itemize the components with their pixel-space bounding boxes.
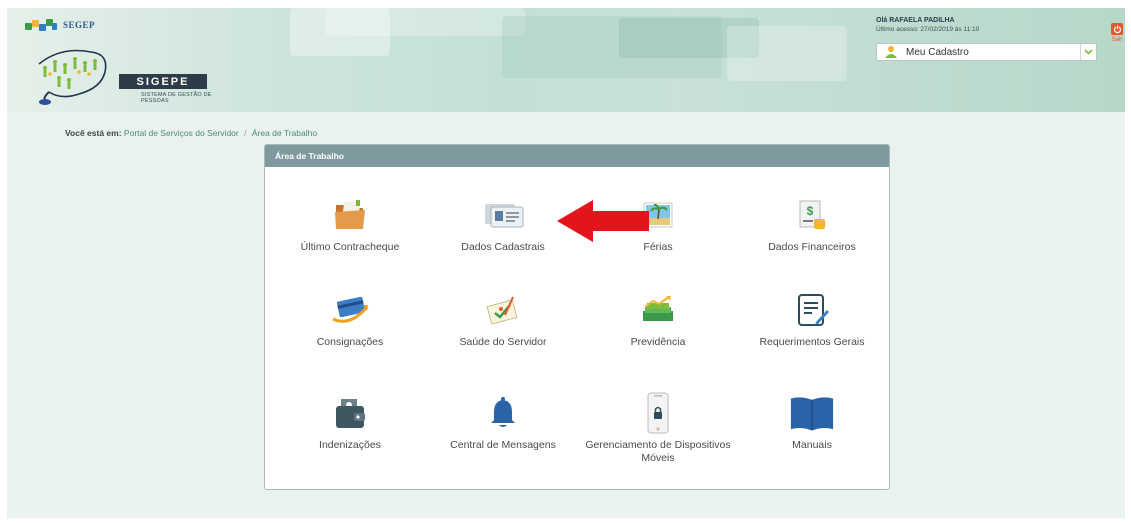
card-swoosh-icon	[327, 290, 373, 330]
svg-text:$: $	[807, 204, 814, 218]
tile-gerenciamento-dispositivos[interactable]: Gerenciamento de Dispositivos Móveis	[583, 392, 733, 465]
exit-label: Sair	[1111, 37, 1123, 43]
wallet-icon	[327, 393, 373, 433]
red-arrow-icon	[557, 200, 649, 242]
money-growth-icon	[635, 290, 681, 330]
segep-logo[interactable]: SEGEP	[25, 18, 95, 32]
tile-label: Dados Financeiros	[768, 241, 856, 253]
last-access: Último acesso: 27/02/2019 às 11:10	[876, 26, 980, 33]
breadcrumb-link-portal[interactable]: Portal de Serviços do Servidor	[124, 128, 239, 138]
panel-title: Área de Trabalho	[265, 145, 889, 167]
tile-label: Indenizações	[319, 439, 381, 451]
people-map-icon	[38, 49, 107, 105]
tile-dados-financeiros[interactable]: $ Dados Financeiros	[737, 195, 887, 254]
tile-label: Manuais	[792, 439, 832, 451]
page-frame: SEGEP SISTEMA DE GESTÃO DE PESSOAS SIGEP…	[7, 8, 1125, 518]
tile-consignacoes[interactable]: Consignações	[275, 290, 425, 349]
tile-label: Central de Mensagens	[450, 439, 556, 451]
user-info: Olá RAFAELA PADILHA Último acesso: 27/02…	[876, 16, 979, 34]
segep-mark-icon	[25, 18, 57, 32]
logo-subtitle: SISTEMA DE GESTÃO DE PESSOAS	[141, 92, 212, 104]
chevron-down-icon[interactable]	[1080, 44, 1096, 60]
bell-icon	[480, 393, 526, 433]
id-cards-icon	[480, 195, 526, 235]
logo-title: SIGEPE	[119, 74, 207, 89]
tile-indenizacoes[interactable]: Indenizações	[275, 393, 425, 452]
money-document-icon: $	[789, 195, 835, 235]
tile-label: Requerimentos Gerais	[759, 336, 865, 348]
tile-previdencia[interactable]: Previdência	[583, 290, 733, 349]
breadcrumb-prefix: Você está em:	[65, 128, 122, 138]
header-banner: SEGEP SISTEMA DE GESTÃO DE PESSOAS SIGEP…	[7, 8, 1125, 112]
tile-label: Consignações	[316, 336, 384, 348]
breadcrumb-link-area[interactable]: Área de Trabalho	[252, 128, 317, 138]
area-de-trabalho-panel: Área de Trabalho Último Contracheque Dad…	[264, 144, 890, 490]
power-icon	[1111, 23, 1123, 35]
tile-label: Saúde do Servidor	[459, 336, 547, 348]
tile-label: Previdência	[630, 336, 686, 348]
tile-label: Gerenciamento de Dispositivos Móveis	[585, 439, 731, 464]
breadcrumb: Você está em: Portal de Serviços do Serv…	[65, 128, 317, 138]
health-checklist-icon	[480, 290, 526, 330]
person-icon	[884, 45, 898, 59]
mobile-lock-icon	[635, 392, 681, 434]
book-icon	[789, 393, 835, 433]
cadastro-select-label: Meu Cadastro	[906, 46, 969, 58]
tile-central-de-mensagens[interactable]: Central de Mensagens	[428, 393, 578, 452]
sigepe-logo[interactable]: SISTEMA DE GESTÃO DE PESSOAS SIGEPE	[31, 44, 231, 105]
folder-icon	[327, 195, 373, 235]
user-greeting: Olá RAFAELA PADILHA	[876, 17, 955, 24]
tile-manuais[interactable]: Manuais	[737, 393, 887, 452]
segep-text: SEGEP	[63, 20, 96, 30]
document-edit-icon	[789, 290, 835, 330]
tile-requerimentos-gerais[interactable]: Requerimentos Gerais	[737, 290, 887, 349]
tile-saude-do-servidor[interactable]: Saúde do Servidor	[428, 290, 578, 349]
tile-ultimo-contracheque[interactable]: Último Contracheque	[275, 195, 425, 254]
cadastro-select[interactable]: Meu Cadastro	[876, 43, 1097, 61]
tile-label: Último Contracheque	[300, 241, 400, 253]
exit-button[interactable]: Sair	[1110, 23, 1124, 43]
breadcrumb-separator: /	[244, 128, 247, 138]
